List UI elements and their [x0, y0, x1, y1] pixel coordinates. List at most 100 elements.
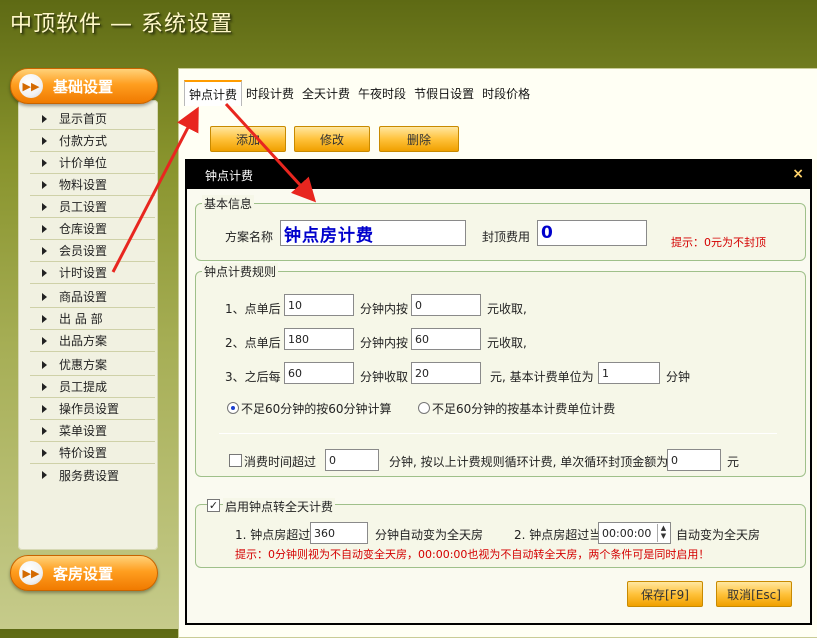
sidebar-item-label: 员工设置 — [59, 200, 108, 214]
rule3-unit-label: 元, 基本计费单位为 — [490, 370, 594, 384]
rule3-amount-input[interactable]: 20 — [411, 362, 481, 384]
cancel-button[interactable]: 取消[Esc] — [716, 581, 792, 607]
sidebar-item-output-plan[interactable]: 出品方案 — [30, 330, 155, 352]
tab-midnight-period[interactable]: 午夜时段 — [354, 80, 410, 106]
arrow-bullet-icon — [42, 292, 47, 301]
sidebar-item-warehouse[interactable]: 仓库设置 — [30, 218, 155, 240]
expand-icon: ▶▶ — [19, 74, 43, 98]
rule2-minutes-input[interactable]: 180 — [284, 328, 354, 350]
arrow-bullet-icon — [42, 448, 47, 457]
consume-suffix: 元 — [727, 455, 740, 469]
sidebar-item-label: 物料设置 — [59, 178, 108, 192]
sidebar-item-label: 出品方案 — [59, 334, 108, 348]
hourly-billing-dialog: 钟点计费 × 基本信息 方案名称 钟点房计费 封顶费用 0 提示：0元为不封顶 … — [185, 159, 812, 625]
rule3-prefix: 3、之后每 — [225, 370, 281, 384]
sidebar-item-label: 计价单位 — [59, 156, 108, 170]
sidebar-item-label: 显示首页 — [59, 112, 108, 126]
fullday-minutes-input[interactable]: 360 — [310, 522, 368, 544]
consume-cap-input[interactable]: 0 — [667, 449, 721, 471]
arrow-bullet-icon — [42, 471, 47, 479]
sidebar-item-label: 计时设置 — [59, 266, 108, 280]
sidebar-item-unit[interactable]: 计价单位 — [30, 152, 155, 174]
round-unit-label: 不足60分钟的按基本计费单位计费 — [432, 402, 616, 416]
arrow-bullet-icon — [42, 268, 47, 277]
sidebar-item-goods[interactable]: 商品设置 — [30, 286, 155, 308]
rule2-amount-input[interactable]: 60 — [411, 328, 481, 350]
sidebar-item-material[interactable]: 物料设置 — [30, 174, 155, 196]
fullday-c1-suffix: 分钟自动变为全天房 — [375, 528, 484, 542]
fullday-legend: 启用钟点转全天计费 — [223, 498, 336, 515]
add-button[interactable]: 添加 — [210, 126, 286, 152]
cap-fee-label: 封顶费用 — [482, 230, 531, 244]
sidebar-item-label: 会员设置 — [59, 244, 108, 258]
sidebar-item-label: 出 品 部 — [59, 312, 103, 326]
sidebar-item-discount[interactable]: 优惠方案 — [30, 354, 155, 376]
save-button[interactable]: 保存[F9] — [627, 581, 703, 607]
cap-fee-hint: 提示：0元为不封顶 — [671, 236, 766, 249]
rule1-minutes-input[interactable]: 10 — [284, 294, 354, 316]
sidebar-item-special-price[interactable]: 特价设置 — [30, 442, 155, 464]
spinner-icon[interactable]: ▲ ▼ — [657, 524, 669, 542]
rule1-prefix: 1、点单后 — [225, 302, 281, 316]
cap-fee-input[interactable]: 0 — [537, 220, 647, 246]
group-legend: 基本信息 — [202, 195, 255, 212]
fullday-time-value: 00:00:00 — [602, 526, 652, 540]
sidebar-item-menu[interactable]: 菜单设置 — [30, 420, 155, 442]
sidebar-item-label: 仓库设置 — [59, 222, 108, 236]
sidebar-item-label: 服务费设置 — [59, 468, 120, 483]
sidebar-item-label: 优惠方案 — [59, 358, 108, 372]
arrow-bullet-icon — [42, 360, 47, 369]
round-unit-radio[interactable] — [418, 402, 430, 414]
sidebar-item-home[interactable]: 显示首页 — [30, 108, 155, 130]
rule2-mid: 分钟内按 — [360, 336, 409, 350]
arrow-bullet-icon — [42, 404, 47, 413]
fullday-time-input[interactable]: 00:00:00 ▲ ▼ — [598, 522, 671, 544]
arrow-bullet-icon — [42, 314, 47, 323]
arrow-bullet-icon — [42, 336, 47, 345]
delete-button[interactable]: 删除 — [379, 126, 459, 152]
tab-period-price[interactable]: 时段价格 — [478, 80, 534, 106]
app-title: 中顶软件 — 系统设置 — [10, 12, 233, 37]
sidebar-section-room-settings[interactable]: ▶▶ 客房设置 — [10, 555, 158, 591]
fullday-enable-checkbox[interactable]: ✓ — [207, 499, 220, 512]
arrow-bullet-icon — [42, 426, 47, 435]
consume-label: 消费时间超过 — [244, 455, 317, 469]
rule2-suffix: 元收取, — [487, 336, 527, 350]
sidebar-item-staff[interactable]: 员工设置 — [30, 196, 155, 218]
tab-period-billing[interactable]: 时段计费 — [242, 80, 298, 106]
rule1-amount-input[interactable]: 0 — [411, 294, 481, 316]
arrow-bullet-icon — [42, 202, 47, 211]
rule1-mid: 分钟内按 — [360, 302, 409, 316]
rule2-prefix: 2、点单后 — [225, 336, 281, 350]
edit-button[interactable]: 修改 — [294, 126, 370, 152]
arrow-bullet-icon — [42, 180, 47, 189]
sidebar-section-basic-settings[interactable]: ▶▶ 基础设置 — [10, 68, 158, 104]
scheme-name-label: 方案名称 — [225, 230, 274, 244]
sidebar-item-timing[interactable]: 计时设置 — [30, 262, 155, 284]
arrow-bullet-icon — [42, 246, 47, 255]
sidebar-item-payment[interactable]: 付款方式 — [30, 130, 155, 152]
sidebar-item-output-dept[interactable]: 出 品 部 — [30, 308, 155, 330]
fullday-hint: 提示：0分钟则视为不自动变全天房，00:00:00也视为不自动转全天房，两个条件… — [235, 548, 710, 561]
sidebar-item-label: 操作员设置 — [59, 402, 120, 416]
rule3-unit-input[interactable]: 1 — [598, 362, 660, 384]
tab-holiday-settings[interactable]: 节假日设置 — [410, 80, 478, 106]
consume-cycle-checkbox[interactable] — [229, 454, 242, 467]
tab-bar: 钟点计费 时段计费 全天计费 午夜时段 节假日设置 时段价格 — [184, 80, 534, 106]
close-icon[interactable]: × — [792, 166, 804, 182]
consume-minutes-input[interactable]: 0 — [325, 449, 379, 471]
rule3-minutes-input[interactable]: 60 — [284, 362, 354, 384]
sidebar-item-operator[interactable]: 操作员设置 — [30, 398, 155, 420]
arrow-bullet-icon — [42, 382, 47, 391]
arrow-bullet-icon — [42, 224, 47, 233]
tab-fullday-billing[interactable]: 全天计费 — [298, 80, 354, 106]
rule3-suffix: 分钟 — [666, 370, 691, 384]
scheme-name-input[interactable]: 钟点房计费 — [280, 220, 466, 246]
sidebar-item-member[interactable]: 会员设置 — [30, 240, 155, 262]
sidebar-section-label: 客房设置 — [53, 564, 114, 583]
sidebar-item-label: 商品设置 — [59, 290, 108, 304]
round-60-radio[interactable] — [227, 402, 239, 414]
tab-hourly-billing[interactable]: 钟点计费 — [184, 80, 243, 106]
sidebar-item-service-fee[interactable]: 服务费设置 — [30, 464, 155, 486]
sidebar-item-commission[interactable]: 员工提成 — [30, 376, 155, 398]
